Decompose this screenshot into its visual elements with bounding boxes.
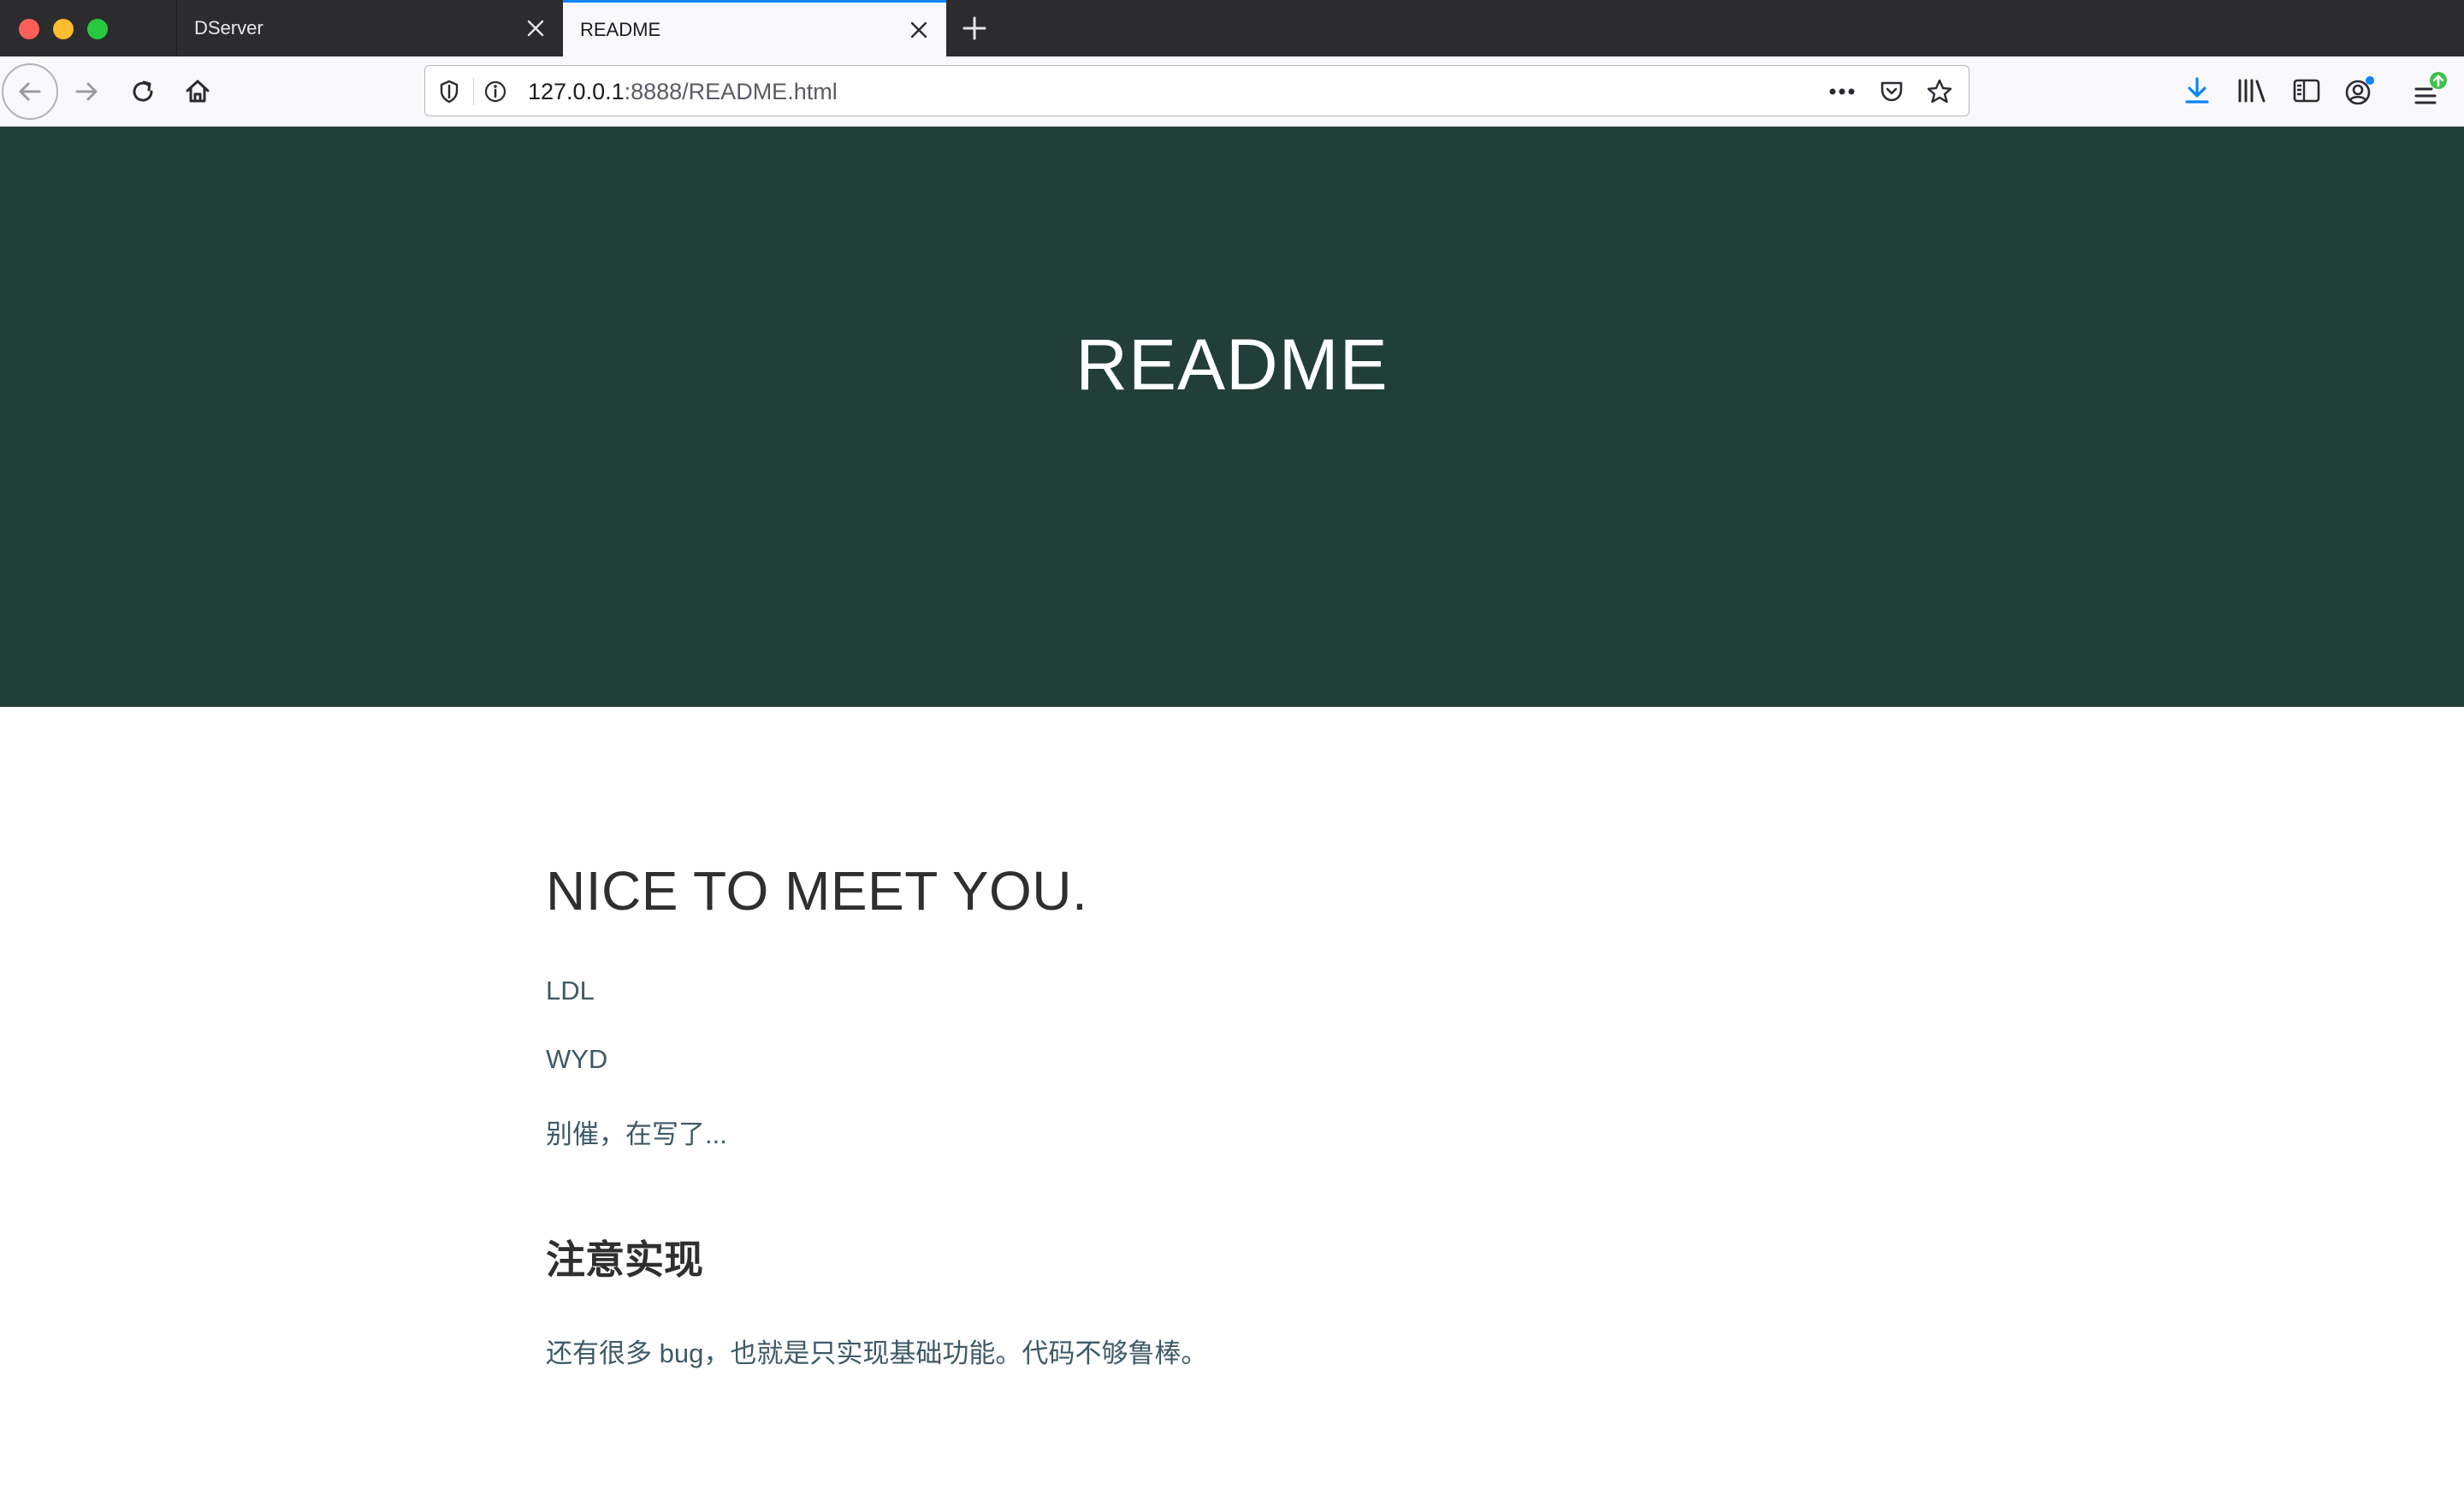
hamburger-menu-icon xyxy=(2414,72,2447,104)
tab-label: DServer xyxy=(194,17,264,39)
navigation-toolbar: 127.0.0.1:8888/README.html xyxy=(0,56,2464,127)
home-icon xyxy=(186,80,210,103)
forward-button[interactable] xyxy=(58,63,115,120)
library-button[interactable] xyxy=(2231,70,2272,111)
address-bar[interactable]: 127.0.0.1:8888/README.html xyxy=(424,65,1969,116)
app-menu-button[interactable] xyxy=(2409,70,2450,111)
site-info-icon[interactable] xyxy=(482,78,509,105)
paragraph-status: 别催，在写了... xyxy=(546,1119,727,1149)
page-actions-icon[interactable] xyxy=(1828,78,1856,105)
reload-button[interactable] xyxy=(115,63,171,120)
tab-dserver[interactable]: DServer xyxy=(176,0,563,56)
section-heading: 注意实现 xyxy=(546,1237,703,1282)
close-tab-icon[interactable] xyxy=(522,15,549,42)
arrow-left-icon xyxy=(19,82,41,101)
tab-bar: DServer README xyxy=(0,0,2464,56)
close-window-button[interactable] xyxy=(19,19,39,39)
url-host: 127.0.0.1 xyxy=(528,79,625,104)
account-icon xyxy=(2345,76,2374,105)
arrow-right-icon xyxy=(75,82,98,101)
url-text[interactable]: 127.0.0.1:8888/README.html xyxy=(528,79,838,105)
hero-title: README xyxy=(1075,324,1389,405)
close-tab-icon[interactable] xyxy=(905,16,933,44)
downloads-button[interactable] xyxy=(2177,70,2218,111)
page-heading: NICE TO MEET YOU. xyxy=(546,860,1088,922)
sidebar-button[interactable] xyxy=(2286,70,2327,111)
back-button[interactable] xyxy=(2,63,58,120)
url-separator xyxy=(473,78,474,105)
bookmark-star-icon[interactable] xyxy=(1926,78,1953,105)
tracking-protection-shield-icon[interactable] xyxy=(435,78,463,105)
library-icon xyxy=(2238,79,2266,103)
download-arrow-icon xyxy=(2185,77,2209,104)
paragraph-wyd: WYD xyxy=(546,1044,608,1074)
zoom-window-button[interactable] xyxy=(87,19,108,39)
new-tab-button[interactable] xyxy=(957,10,992,46)
tab-readme[interactable]: README xyxy=(563,0,946,56)
sidebar-icon xyxy=(2293,79,2320,103)
paragraph-ldl: LDL xyxy=(546,976,595,1006)
pocket-icon[interactable] xyxy=(1878,78,1905,105)
hero-banner: README xyxy=(0,127,2464,707)
home-button[interactable] xyxy=(169,63,226,120)
url-path: :8888/README.html xyxy=(624,79,838,104)
section-note: 还有很多 bug，也就是只实现基础功能。代码不够鲁棒。 xyxy=(546,1338,1208,1368)
tab-label: README xyxy=(580,18,661,40)
reload-icon xyxy=(133,80,153,102)
account-button[interactable] xyxy=(2339,70,2380,111)
minimize-window-button[interactable] xyxy=(53,19,74,39)
